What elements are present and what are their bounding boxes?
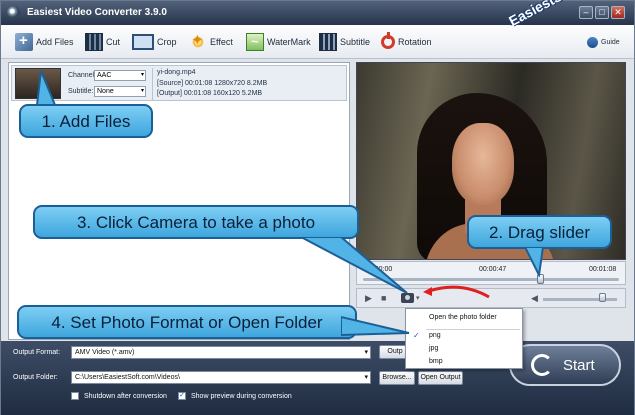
source-info: [Source] 00:01:08 1280x720 8.2MB	[157, 80, 268, 87]
output-format-value: AMV Video (*.amv)	[75, 349, 135, 356]
sparkle-effect-icon	[189, 31, 207, 51]
refresh-icon	[531, 354, 553, 376]
minimize-button[interactable]: –	[579, 6, 593, 19]
add-files-label: Add Files	[36, 37, 74, 47]
callout-step-3: 3. Click Camera to take a photo	[33, 205, 359, 239]
volume-slider-handle[interactable]	[599, 293, 607, 302]
crop-label: Crop	[157, 37, 177, 47]
toolbar: Add Files Cut Crop Effect WaterMark Subt…	[1, 25, 634, 59]
callout-step-2: 2. Drag slider	[467, 215, 612, 249]
file-name: yi-dong.mp4	[157, 69, 196, 76]
app-window: Easiest Video Converter 3.9.0 – □ ✕ Add …	[0, 0, 635, 415]
watermark-icon	[246, 33, 264, 51]
open-output-button[interactable]: Open Output	[418, 371, 463, 385]
menu-item-png[interactable]: ✓ png	[406, 329, 522, 342]
rotation-label: Rotation	[398, 37, 432, 47]
output-folder-label: Output Folder:	[13, 374, 58, 381]
menu-item-jpg[interactable]: jpg	[406, 342, 522, 355]
show-preview-checkbox[interactable]: ✓	[178, 392, 186, 400]
menu-item-png-label: png	[429, 332, 441, 339]
time-end: 00:01:08	[589, 266, 617, 273]
check-icon: ✓	[413, 331, 420, 340]
output-folder-value: C:\Users\EasiestSoft.com\Videos\	[75, 374, 180, 381]
subtitle-film-icon	[319, 33, 337, 51]
rotation-icon	[381, 32, 395, 49]
shutdown-checkbox[interactable]	[71, 392, 79, 400]
watermark-button[interactable]: WaterMark	[246, 32, 311, 52]
output-format-label: Output Format:	[13, 349, 61, 356]
guide-label: Guide	[601, 38, 620, 46]
show-preview-label: Show preview during conversion	[191, 393, 292, 400]
chevron-down-icon: ▾	[364, 349, 368, 356]
guide-icon	[587, 36, 598, 48]
cut-label: Cut	[106, 37, 121, 47]
time-current: 00:00:47	[479, 266, 507, 273]
window-title: Easiest Video Converter 3.9.0	[27, 7, 167, 18]
effect-label: Effect	[210, 37, 233, 47]
camera-dropdown-icon[interactable]: ▾	[416, 292, 420, 305]
subtitle-select[interactable]: None ▾	[94, 86, 146, 97]
output-folder-input[interactable]: C:\Users\EasiestSoft.com\Videos\ ▾	[71, 371, 371, 384]
subtitle-button[interactable]: Subtitle	[319, 32, 370, 52]
effect-button[interactable]: Effect	[189, 31, 233, 52]
callout-tail	[341, 315, 410, 337]
preview-face	[452, 123, 514, 205]
volume-icon[interactable]: ◀	[531, 292, 538, 305]
channel-select[interactable]: AAC ▾	[94, 70, 146, 81]
output-format-select[interactable]: AMV Video (*.amv) ▾	[71, 346, 371, 359]
output-info: [Output] 00:01:08 160x120 5.2MB	[157, 90, 263, 97]
photo-format-menu: Open the photo folder ✓ png jpg bmp	[405, 308, 523, 369]
chevron-down-icon: ▾	[140, 88, 144, 94]
shutdown-label: Shutdown after conversion	[84, 393, 167, 400]
rotation-button[interactable]: Rotation	[381, 32, 432, 52]
cut-button[interactable]: Cut	[85, 32, 120, 52]
channel-label: Channel:	[68, 72, 97, 79]
add-files-button[interactable]: Add Files	[15, 32, 74, 52]
callout-tail	[35, 71, 57, 106]
start-label: Start	[563, 357, 595, 374]
crop-button[interactable]: Crop	[132, 32, 177, 52]
close-button[interactable]: ✕	[611, 6, 625, 19]
red-arrow-icon	[423, 285, 490, 299]
channel-value: AAC	[97, 72, 112, 79]
crop-icon	[132, 34, 154, 50]
callout-step-1: 1. Add Files	[19, 104, 153, 138]
callout-tail	[523, 247, 545, 277]
watermark-label: WaterMark	[267, 37, 311, 47]
browse-button[interactable]: Browse...	[379, 371, 415, 385]
subtitle-track-label: Subtitle:	[68, 88, 94, 95]
menu-item-bmp[interactable]: bmp	[406, 355, 522, 368]
subtitle-value: None	[97, 88, 114, 95]
chevron-down-icon: ▾	[140, 72, 144, 78]
app-logo-icon	[7, 6, 20, 19]
divider	[152, 68, 153, 100]
add-files-icon	[15, 32, 33, 51]
film-cut-icon	[85, 33, 103, 51]
chevron-down-icon: ▾	[364, 374, 368, 381]
menu-item-open-photo-folder[interactable]: Open the photo folder	[406, 311, 522, 324]
maximize-button[interactable]: □	[595, 6, 609, 19]
start-button[interactable]: Start	[509, 344, 621, 386]
callout-step-4: 4. Set Photo Format or Open Folder	[17, 305, 357, 339]
guide-button[interactable]: Guide	[587, 32, 620, 52]
callout-tail	[301, 237, 408, 294]
subtitle-label: Subtitle	[340, 37, 371, 47]
